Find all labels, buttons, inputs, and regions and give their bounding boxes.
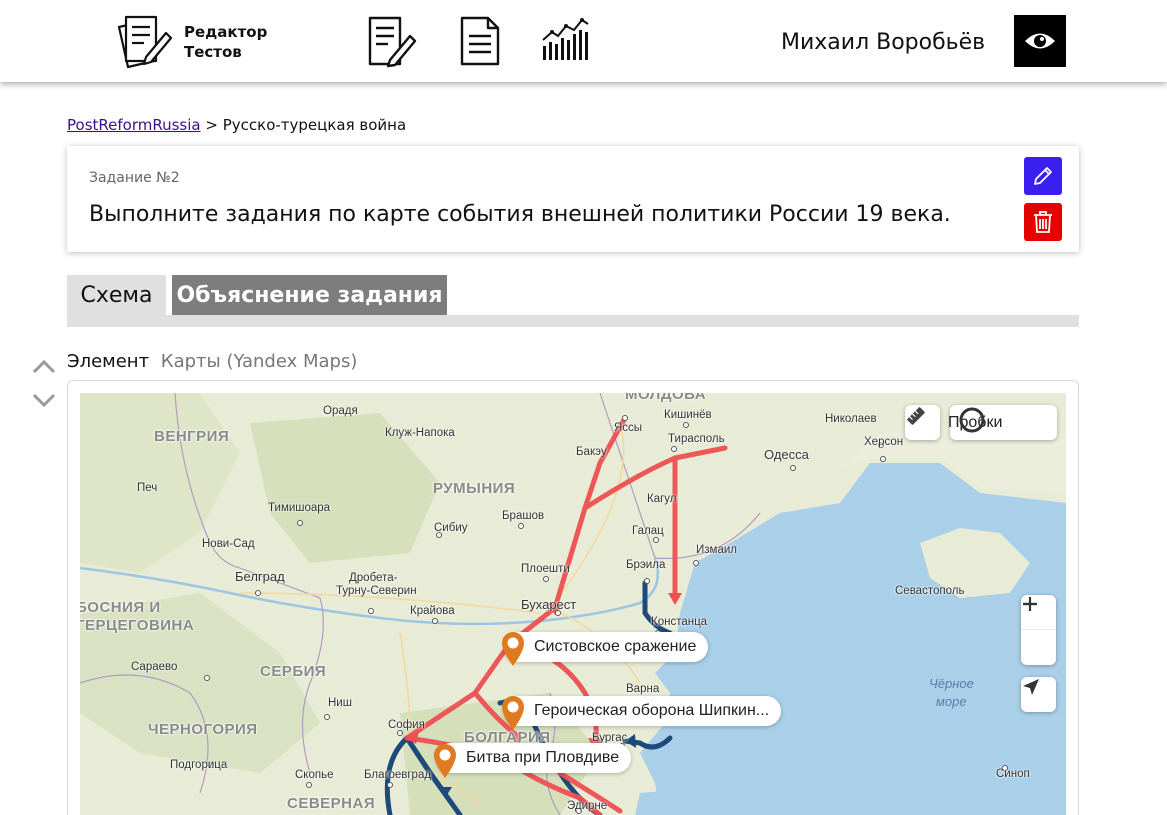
label-nikolaev: Николаев — [825, 413, 877, 425]
label-bosnia-2: ГЕРЦЕГОВИНА — [80, 617, 195, 634]
label-sinop: Синоп — [996, 768, 1030, 780]
tab-scheme[interactable]: Схема — [67, 275, 166, 315]
label-cluj: Клуж-Напока — [385, 427, 455, 439]
traffic-icon — [959, 407, 985, 433]
editor-logo[interactable]: Редактор Тестов — [116, 12, 286, 72]
yandex-map[interactable]: МОЛДОВА ВЕНГРИЯ РУМЫНИЯ БОСНИЯ И ГЕРЦЕГО… — [80, 393, 1066, 815]
location-arrow-icon — [1023, 679, 1039, 695]
tab-explanation[interactable]: Объяснение задания — [172, 275, 447, 315]
label-brasov: Брашов — [502, 510, 545, 522]
event-callout-sistova[interactable]: Систовское сражение — [504, 632, 709, 662]
label-tiraspol: Тирасполь — [668, 433, 725, 445]
label-sibiu: Сибиу — [434, 522, 468, 534]
label-oradea: Орадя — [323, 405, 358, 417]
breadcrumb: PostReformRussia > Русско-турецкая война — [67, 116, 406, 134]
label-sofia: София — [388, 719, 425, 731]
label-braila: Брэила — [626, 559, 666, 571]
move-up-icon[interactable] — [31, 357, 57, 377]
breadcrumb-course-link[interactable]: PostReformRussia — [67, 116, 201, 134]
zoom-control — [1021, 595, 1056, 665]
label-black-sea-2: море — [936, 694, 967, 709]
label-timisoara: Тимишоара — [268, 502, 331, 514]
edit-document-icon[interactable] — [366, 14, 418, 68]
label-drobeta-1: Дробета- — [349, 572, 398, 584]
delete-task-button[interactable] — [1024, 203, 1062, 241]
task-number: Задание №2 — [89, 170, 180, 186]
label-constanta: Констанца — [651, 616, 708, 628]
event-label-sistova: Систовское сражение — [534, 638, 697, 655]
label-ploiesti: Плоешти — [521, 563, 570, 575]
move-down-icon[interactable] — [31, 390, 57, 410]
editor-logo-icon — [117, 15, 173, 69]
user-name[interactable]: Михаил Воробьёв — [781, 30, 985, 55]
label-north-macedonia: СЕВЕРНАЯ — [287, 795, 376, 812]
label-montenegro: ЧЕРНОГОРИЯ — [148, 721, 258, 738]
tabs-bar: Схема Объяснение задания — [67, 275, 1079, 327]
app-header: Редактор Тестов Михаил Воробьёв — [0, 0, 1167, 82]
pencil-icon — [1034, 167, 1052, 185]
label-skopje: Скопье — [295, 769, 334, 781]
eye-icon — [1025, 33, 1055, 49]
task-card: Задание №2 Выполните задания по карте со… — [67, 146, 1079, 252]
label-bucharest: Бухарест — [521, 597, 577, 612]
document-icon[interactable] — [456, 14, 508, 68]
label-varna: Варна — [626, 683, 660, 695]
label-iasi: Яссы — [614, 422, 643, 434]
label-black-sea-1: Чёрное — [929, 676, 974, 691]
label-sevastopol: Севастополь — [895, 585, 965, 597]
label-blagoevgrad: Благоевград — [364, 769, 432, 781]
map-pin-icon[interactable] — [500, 695, 526, 731]
label-drobeta-2: Турну-Северин — [336, 585, 417, 597]
event-callout-shipka[interactable]: Героическая оборона Шипкин... — [504, 696, 782, 726]
map-pin-icon[interactable] — [500, 631, 526, 667]
label-odessa: Одесса — [764, 447, 809, 462]
label-galati: Галац — [632, 525, 664, 537]
label-podgorica: Подгорица — [170, 759, 228, 771]
logo-text: Редактор Тестов — [184, 22, 267, 62]
label-pecs: Печ — [137, 482, 158, 494]
ruler-icon — [907, 407, 925, 425]
zoom-out-icon[interactable] — [1021, 602, 1056, 665]
trash-icon — [1034, 211, 1052, 233]
ruler-button[interactable] — [905, 405, 940, 440]
statistics-icon[interactable] — [540, 14, 592, 68]
geolocation-button[interactable] — [1021, 677, 1056, 712]
breadcrumb-separator: > — [205, 116, 218, 134]
label-izmail: Измаил — [696, 544, 737, 556]
label-craiova: Крайова — [410, 605, 455, 617]
edit-task-button[interactable] — [1024, 157, 1062, 195]
element-type: Карты (Yandex Maps) — [160, 351, 358, 372]
label-cahul: Кагул — [647, 493, 677, 505]
logo-line1: Редактор — [184, 23, 268, 41]
element-label: Элемент — [67, 351, 150, 372]
label-hungary: ВЕНГРИЯ — [154, 428, 230, 445]
preview-button[interactable] — [1014, 15, 1066, 67]
logo-line2: Тестов — [184, 43, 242, 61]
label-nis: Ниш — [328, 697, 352, 709]
label-novisad: Нови-Сад — [202, 538, 255, 550]
task-title: Выполните задания по карте события внешн… — [89, 202, 951, 227]
tabs-underline — [67, 315, 1079, 327]
element-heading: Элемент Карты (Yandex Maps) — [67, 351, 357, 372]
label-sarajevo: Сараево — [131, 661, 178, 673]
label-kherson: Херсон — [864, 436, 904, 448]
label-bacau: Бакэу — [576, 446, 607, 458]
label-bosnia-1: БОСНИЯ И — [80, 599, 161, 616]
label-moldova: МОЛДОВА — [625, 393, 707, 403]
label-serbia: СЕРБИЯ — [260, 663, 327, 680]
breadcrumb-topic: Русско-турецкая война — [222, 116, 407, 134]
label-edirne: Эдирне — [567, 800, 608, 812]
label-belgrade: Белград — [235, 569, 285, 584]
event-label-plovdiv: Битва при Пловдиве — [466, 749, 620, 766]
label-chisinau: Кишинёв — [664, 409, 712, 421]
event-callout-plovdiv[interactable]: Битва при Пловдиве — [436, 743, 632, 773]
map-pin-icon[interactable] — [432, 743, 458, 779]
traffic-button[interactable]: Пробки — [948, 405, 1057, 440]
label-romania: РУМЫНИЯ — [433, 480, 516, 497]
event-label-shipka: Героическая оборона Шипкин... — [534, 702, 770, 719]
